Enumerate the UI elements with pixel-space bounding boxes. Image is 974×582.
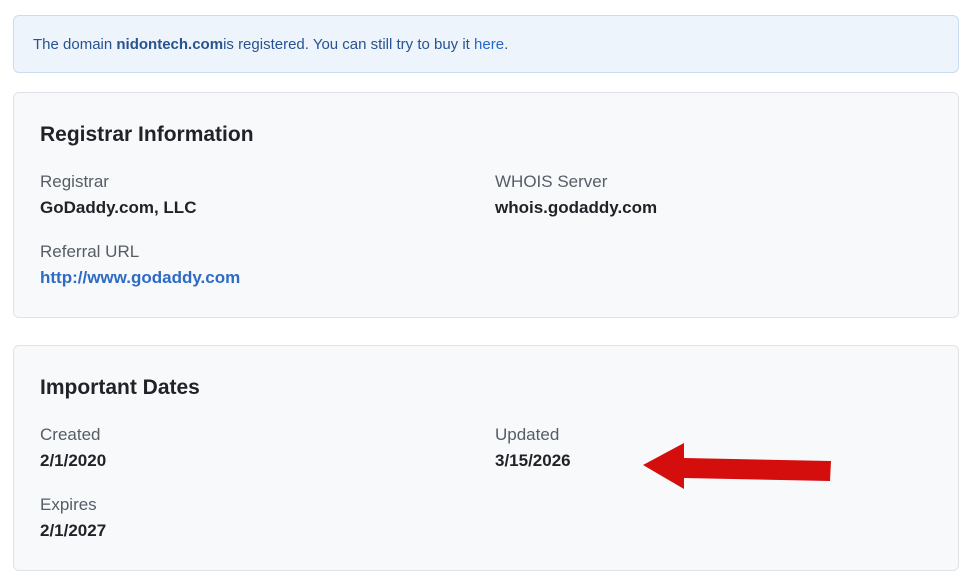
created-field: Created 2/1/2020 xyxy=(40,424,106,472)
whois-page: The domain nidontech.com is registered. … xyxy=(0,0,974,582)
notice-domain: nidontech.com xyxy=(116,35,224,53)
registered-notice-banner: The domain nidontech.com is registered. … xyxy=(13,15,959,73)
referral-url-link[interactable]: http://www.godaddy.com xyxy=(40,267,240,289)
expires-field: Expires 2/1/2027 xyxy=(40,494,106,542)
buy-here-link[interactable]: here xyxy=(474,36,504,53)
dates-card-title: Important Dates xyxy=(40,376,200,399)
expires-label: Expires xyxy=(40,495,97,514)
registrar-field: Registrar GoDaddy.com, LLC xyxy=(40,171,196,219)
created-value: 2/1/2020 xyxy=(40,451,107,470)
whois-server-label: WHOIS Server xyxy=(495,172,608,191)
notice-middle: is registered. You can still try to buy … xyxy=(223,35,470,53)
created-label: Created xyxy=(40,425,101,444)
updated-label: Updated xyxy=(495,425,560,444)
referral-url-field: Referral URL http://www.godaddy.com xyxy=(40,241,240,289)
red-arrow-left-icon xyxy=(643,443,831,489)
referral-url-label: Referral URL xyxy=(40,242,140,261)
expires-value: 2/1/2027 xyxy=(40,521,107,540)
updated-value: 3/15/2026 xyxy=(495,451,571,470)
registrar-information-card: Registrar Information Registrar GoDaddy.… xyxy=(13,92,959,318)
whois-server-value: whois.godaddy.com xyxy=(495,198,658,217)
updated-field: Updated 3/15/2026 xyxy=(495,424,571,472)
registrar-value: GoDaddy.com, LLC xyxy=(40,198,197,217)
notice-suffix: . xyxy=(504,35,509,53)
notice-prefix: The domain xyxy=(33,35,113,53)
registrar-card-title: Registrar Information xyxy=(40,123,254,146)
whois-server-field: WHOIS Server whois.godaddy.com xyxy=(495,171,657,219)
registrar-label: Registrar xyxy=(40,172,109,191)
